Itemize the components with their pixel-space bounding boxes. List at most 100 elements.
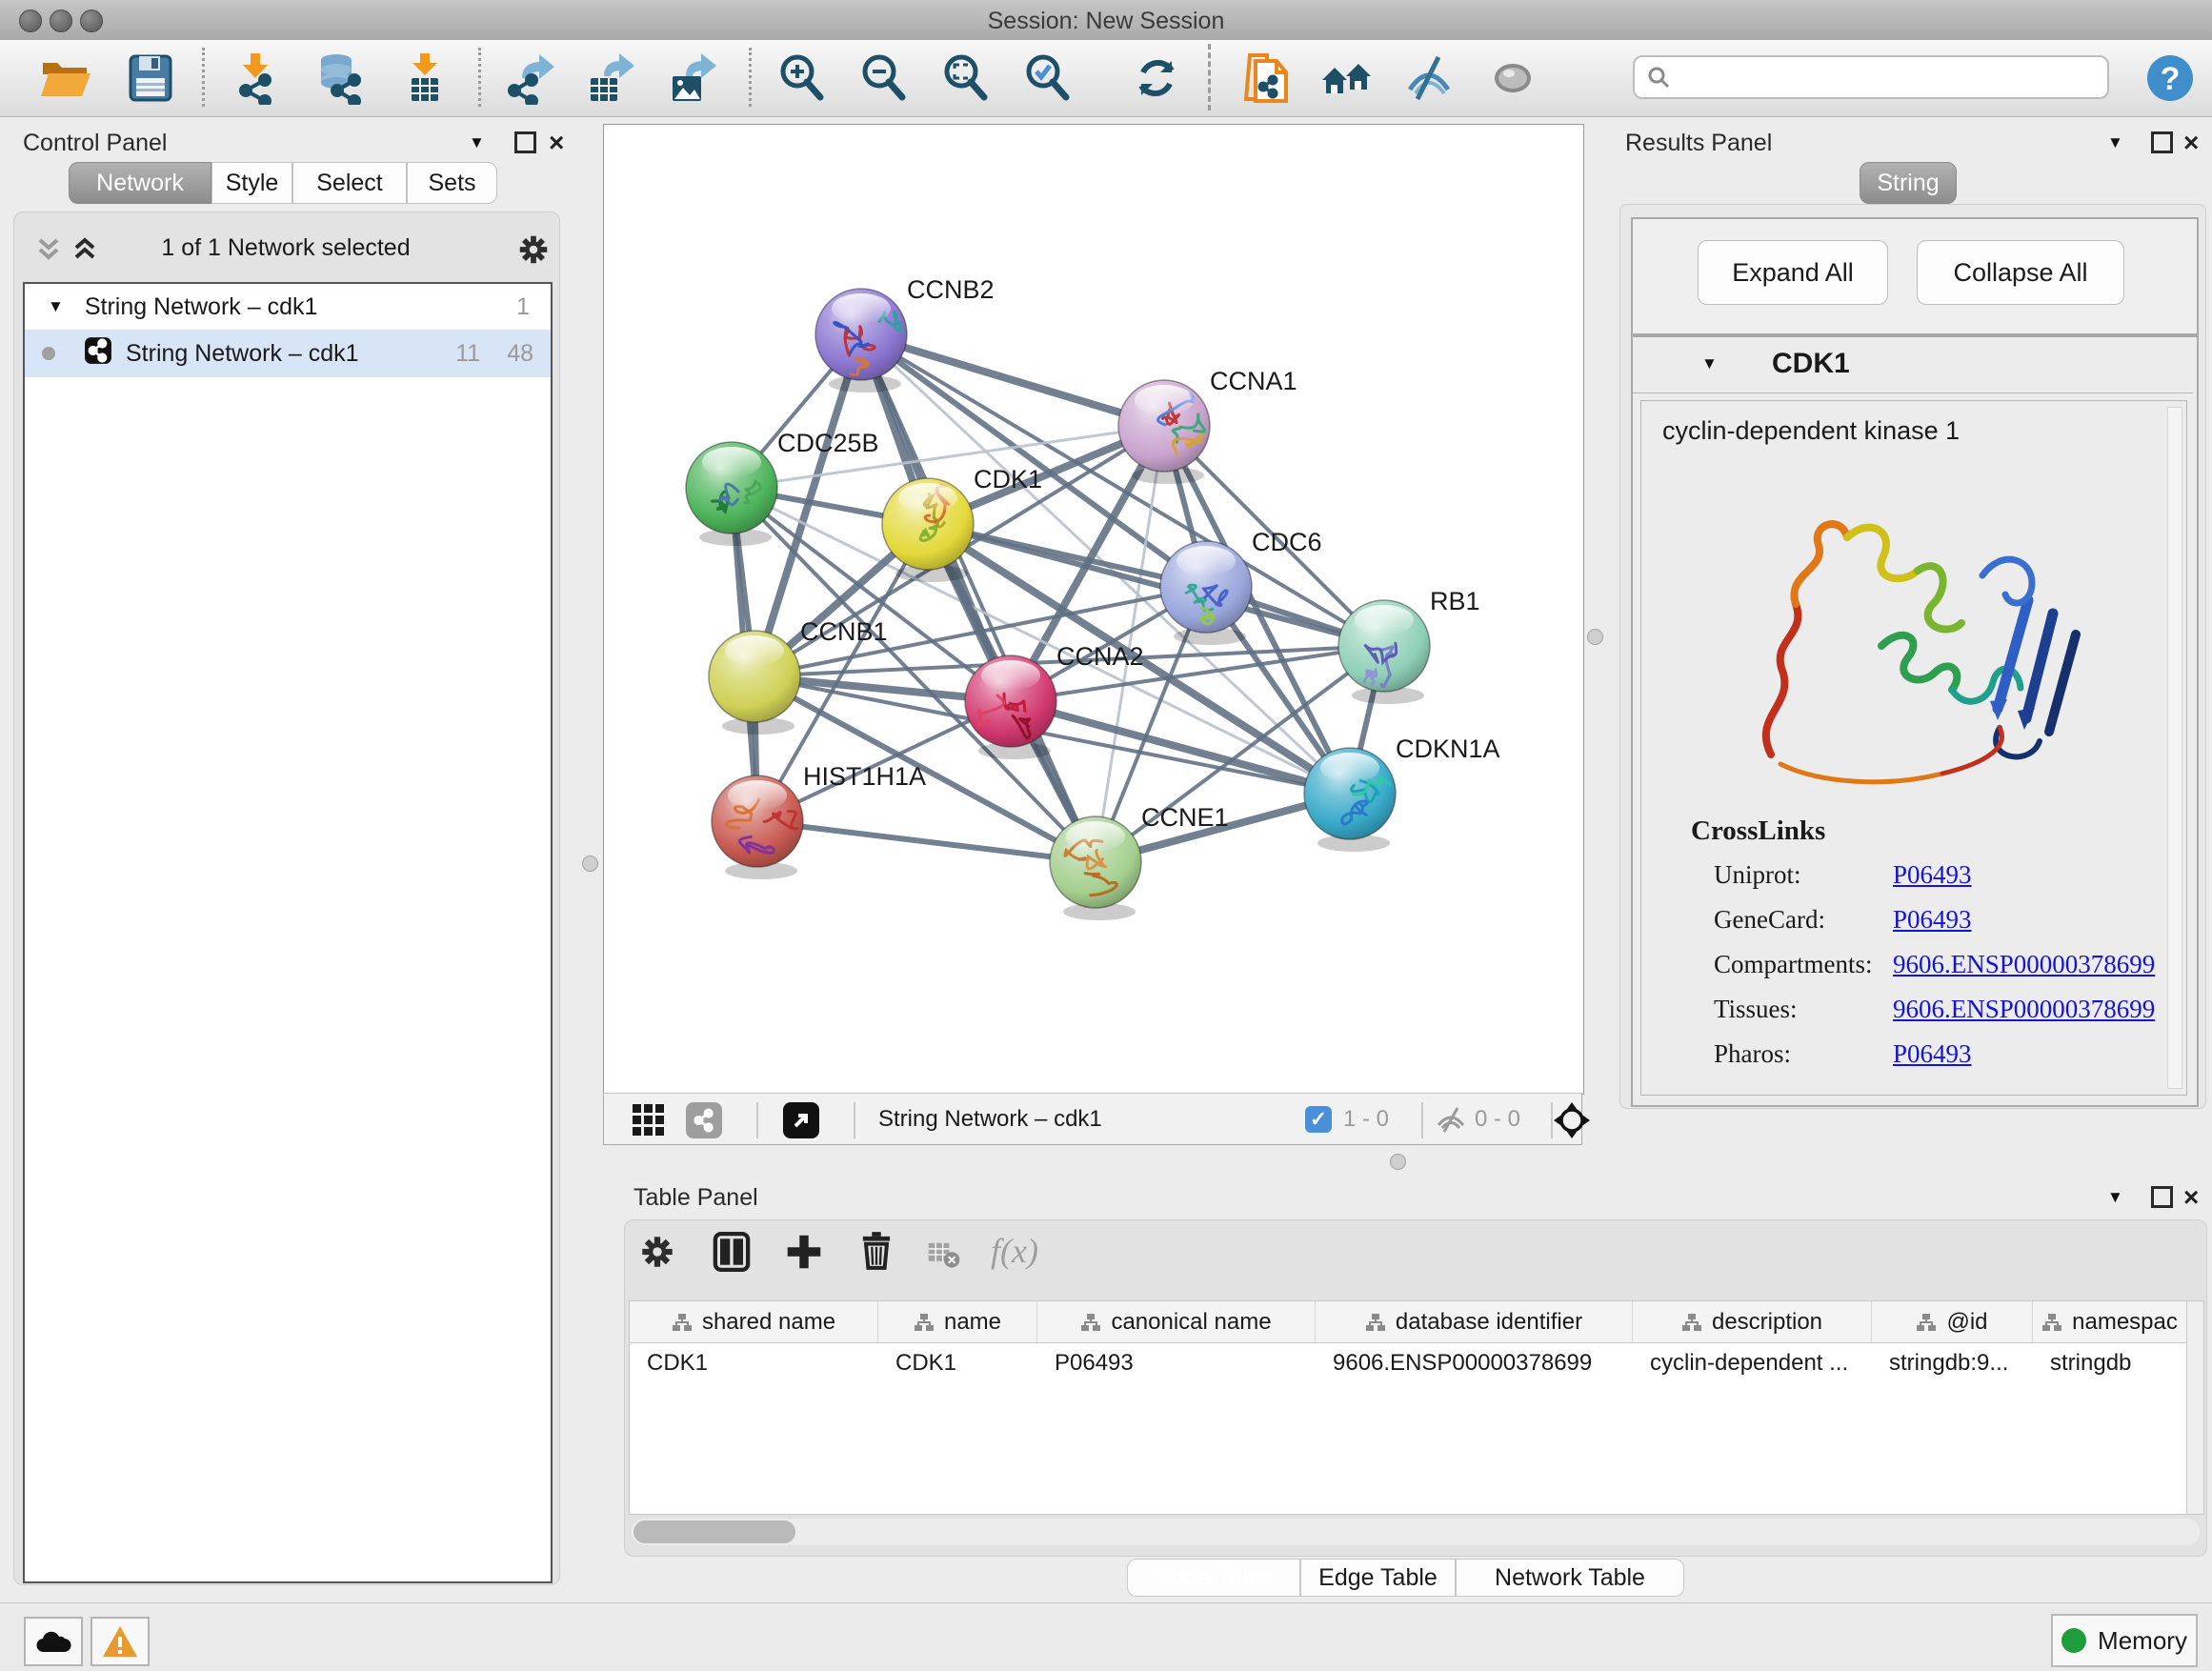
network-node-CCNE1[interactable]: CCNE1	[1050, 803, 1229, 920]
string-document-icon[interactable]	[1240, 51, 1294, 105]
save-session-icon[interactable]	[124, 51, 177, 105]
zoom-selected-icon[interactable]	[1021, 51, 1075, 105]
zoom-fit-icon[interactable]	[939, 51, 993, 105]
export-image-icon[interactable]	[665, 51, 718, 105]
table-header-canonical-name[interactable]: canonical name	[1037, 1301, 1316, 1342]
table-trash-icon[interactable]	[855, 1229, 897, 1276]
tab-style[interactable]: Style	[211, 162, 292, 204]
network-collection-row[interactable]: ▼ String Network – cdk1 1	[25, 284, 551, 330]
open-session-icon[interactable]	[38, 51, 91, 105]
splitter-handle[interactable]	[1587, 629, 1603, 645]
hidden-eye-icon[interactable]	[1435, 1104, 1467, 1141]
crosslink-label: Tissues:	[1714, 987, 1893, 1032]
network-options-gear-icon[interactable]	[514, 231, 553, 273]
table-cell[interactable]: CDK1	[630, 1343, 878, 1383]
table-hscrollbar-track[interactable]	[632, 1519, 2200, 1545]
network-node-CDKN1A[interactable]: CDKN1A	[1304, 735, 1500, 852]
table-cell[interactable]: stringdb:9...	[1872, 1343, 2033, 1383]
table-header-description[interactable]: description	[1633, 1301, 1872, 1342]
refresh-icon[interactable]	[1130, 51, 1183, 105]
export-network-icon[interactable]	[503, 51, 556, 105]
network-row[interactable]: String Network – cdk1 11 48	[25, 330, 551, 377]
table-cell[interactable]: 9606.ENSP00000378699	[1316, 1343, 1633, 1383]
open-in-new-window-icon[interactable]	[783, 1102, 819, 1138]
table-add-icon[interactable]	[783, 1231, 825, 1278]
birdseye-icon[interactable]	[1553, 1101, 1591, 1146]
memory-button[interactable]: Memory	[2051, 1614, 2198, 1667]
tab-string[interactable]: String	[1860, 162, 1957, 204]
import-network-database-icon[interactable]	[312, 51, 366, 105]
network-node-RB1[interactable]: RB1	[1338, 587, 1480, 704]
table-panel-menu-icon[interactable]: ▼	[2107, 1188, 2123, 1207]
crosslink-link[interactable]: P06493	[1893, 1039, 1972, 1068]
network-edge-count: 48	[507, 340, 533, 368]
expand-all-icon[interactable]	[69, 232, 101, 270]
help-icon[interactable]: ?	[2143, 51, 2197, 105]
network-node-CDC6[interactable]: CDC6	[1160, 528, 1322, 645]
tab-sets[interactable]: Sets	[407, 162, 497, 204]
current-network-dot-icon	[42, 347, 55, 360]
selected-checkbox-icon[interactable]: ✓	[1305, 1106, 1332, 1133]
export-table-icon[interactable]	[583, 51, 636, 105]
table-cell[interactable]: stringdb	[2033, 1343, 2187, 1383]
control-panel-menu-icon[interactable]: ▼	[469, 133, 485, 152]
expand-all-button[interactable]: Expand All	[1698, 240, 1888, 305]
tab-network[interactable]: Network	[69, 162, 211, 204]
table-header-database-identifier[interactable]: database identifier	[1316, 1301, 1633, 1342]
crosslink-link[interactable]: P06493	[1893, 860, 1972, 889]
tab-select[interactable]: Select	[292, 162, 407, 204]
grid-view-icon[interactable]	[631, 1102, 667, 1145]
table-cell[interactable]: CDK1	[878, 1343, 1037, 1383]
network-edge[interactable]	[757, 821, 1096, 862]
table-vscrollbar[interactable]	[2186, 1300, 2204, 1515]
control-panel-float-icon[interactable]	[514, 131, 536, 153]
protein-ribbon-path	[1881, 635, 1957, 690]
warning-button[interactable]	[90, 1617, 150, 1666]
tab-node-table[interactable]: Node Table	[1127, 1559, 1300, 1597]
network-edge[interactable]	[861, 334, 1164, 426]
splitter-handle[interactable]	[582, 856, 598, 872]
import-network-file-icon[interactable]	[229, 51, 282, 105]
glass-effect-icon[interactable]	[1402, 51, 1456, 105]
zoom-out-icon[interactable]	[857, 51, 911, 105]
table-panel-close-icon[interactable]: ×	[2183, 1182, 2199, 1213]
results-scrollbar[interactable]	[2167, 407, 2182, 1089]
crosslink-link[interactable]: 9606.ENSP00000378699	[1893, 950, 2155, 978]
zoom-in-icon[interactable]	[775, 51, 829, 105]
table-panel-float-icon[interactable]	[2151, 1186, 2173, 1208]
table-delete-icon[interactable]	[926, 1237, 962, 1278]
table-header-name[interactable]: name	[878, 1301, 1037, 1342]
crosslink-link[interactable]: P06493	[1893, 905, 1972, 934]
crosslink-link[interactable]: 9606.ENSP00000378699	[1893, 995, 2155, 1023]
network-canvas[interactable]: CCNB2CCNA1CDC25BCDK1CDC6RB1CCNB1CCNA2CDK…	[603, 124, 1584, 1095]
protein-expander-icon[interactable]: ▼	[1701, 354, 1718, 373]
results-panel-float-icon[interactable]	[2151, 131, 2173, 153]
collapse-all-icon[interactable]	[32, 232, 65, 270]
network-node-CCNA2[interactable]: CCNA2	[965, 642, 1144, 759]
collapse-all-button[interactable]: Collapse All	[1917, 240, 2124, 305]
splitter-handle[interactable]	[1390, 1154, 1406, 1170]
eye-icon[interactable]	[1486, 51, 1539, 105]
tab-network-table[interactable]: Network Table	[1456, 1559, 1684, 1597]
results-panel-close-icon[interactable]: ×	[2183, 128, 2199, 158]
table-header--id[interactable]: @id	[1872, 1301, 2033, 1342]
import-table-file-icon[interactable]	[398, 51, 452, 105]
table-header-namespac[interactable]: namespac	[2033, 1301, 2187, 1342]
houses-icon[interactable]	[1320, 51, 1374, 105]
table-hscrollbar-thumb[interactable]	[633, 1520, 795, 1543]
cloud-button[interactable]	[24, 1617, 83, 1666]
control-panel-close-icon[interactable]: ×	[549, 128, 564, 158]
results-panel-menu-icon[interactable]: ▼	[2107, 133, 2123, 152]
table-gear-icon[interactable]	[636, 1231, 678, 1278]
tab-edge-table[interactable]: Edge Table	[1300, 1559, 1456, 1597]
table-cell[interactable]: cyclin-dependent ...	[1633, 1343, 1872, 1383]
table-columns-icon[interactable]	[709, 1229, 754, 1279]
search-input[interactable]	[1671, 63, 2084, 91]
table-row[interactable]: CDK1CDK1P064939606.ENSP00000378699cyclin…	[630, 1343, 2203, 1383]
table-header-shared-name[interactable]: shared name	[630, 1301, 878, 1342]
collection-expander-icon[interactable]: ▼	[48, 297, 64, 316]
network-share-icon[interactable]	[686, 1102, 722, 1138]
table-cell[interactable]: P06493	[1037, 1343, 1316, 1383]
network-node-CCNA1[interactable]: CCNA1	[1118, 367, 1297, 484]
network-node-HIST1H1A[interactable]: HIST1H1A	[712, 762, 926, 879]
